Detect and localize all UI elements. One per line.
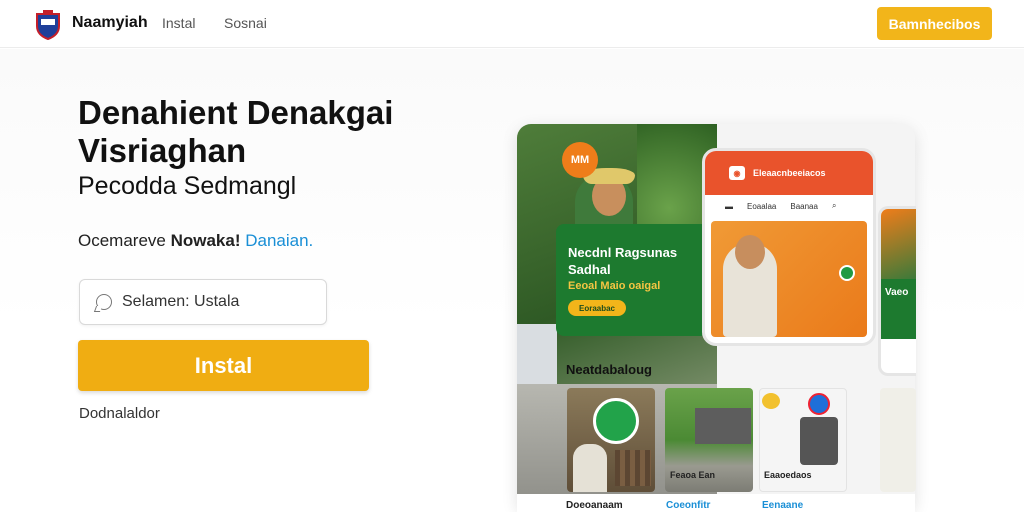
hero-title-line-1: Denahient Denakgai [78,94,394,131]
phone-search-icon: ⌕ [831,201,837,210]
promo-card: Necdnl Ragsunas Sadhal Eeoal Maio oaigal… [556,224,702,336]
side-phone-image [881,209,916,279]
install-button[interactable]: Instal [78,340,369,391]
top-header: Naamyiah Instal Sosnai Bamnhecibos [0,0,1024,48]
phone-logo-icon: ◉ [729,166,745,180]
chat-bubble-icon [96,294,112,310]
brand-name[interactable]: Naamyiah [72,14,148,32]
hero-subtitle: Pecodda Sedmangl [78,172,297,200]
thumbnail-1 [567,388,655,492]
thumb-caption-1: Feaoa Ean [670,470,716,480]
thumb-house-shape [695,408,751,444]
hero-title-line-2: Visriaghan [78,132,247,169]
bottom-label-1: Doeoanaam [566,500,623,511]
location-pin-icon [839,265,855,281]
nav-link-install[interactable]: Instal [162,15,195,31]
side-phone-mockup: Vaeo [878,206,916,376]
mockup-section-title: Neatdabaloug [566,362,652,377]
mockup-badge-logo-icon: MM [562,142,598,178]
tagline-text: Ocemareve [78,231,171,250]
phone-header-text: Eleaacnbeeiacos [753,168,826,178]
bottom-label-3: Eenaane [762,500,804,511]
thumbnail-4 [880,388,916,492]
blue-badge-icon [808,393,830,415]
thumb-machine-shape [800,417,838,465]
yellow-bird-icon [762,393,780,409]
green-badge-icon [593,398,639,444]
hero-tagline: Ocemareve Nowaka! Danaian. [78,231,313,251]
phone-promo-image [711,221,867,337]
thumb-lattice-shape [615,450,651,486]
promo-subtitle: Eeoal Maio oaigal [568,280,661,292]
tagline-bold: Nowaka! [170,231,246,250]
brand-logo-icon[interactable] [34,8,62,41]
phone-mockup: ◉ Eleaacnbeeiacos ▬ Eoaalaa Baanaa ⌕ [702,148,876,346]
header-cta-button[interactable]: Bamnhecibos [877,7,992,40]
hero-title: Denahient Denakgai Visriaghan [78,94,478,170]
side-phone-label: Vaeo [881,279,916,339]
thumb-person-shape [573,444,607,492]
search-field[interactable] [79,279,327,325]
phone-menu-icon: ▬ [725,201,733,211]
phone-header-bar: ◉ Eleaacnbeeiacos [705,151,873,195]
nav-link-social[interactable]: Sosnai [224,15,267,31]
bottom-label-2: Coeonfitr [666,500,711,511]
thumb-caption-2: Eaaoedaos [764,470,812,480]
phone-tab-2: Baanaa [790,201,818,211]
tagline-link[interactable]: Danaian. [245,231,313,250]
phone-tab-1: Eoaalaa [747,201,777,211]
secondary-link[interactable]: Dodnalaldor [79,405,160,422]
phone-tabs: ▬ Eoaalaa Baanaa ⌕ [705,195,873,217]
promo-face-shape [735,235,765,269]
search-input[interactable] [122,293,312,311]
promo-title: Necdnl Ragsunas Sadhal [568,245,678,277]
promo-button: Eoraabac [568,300,626,316]
